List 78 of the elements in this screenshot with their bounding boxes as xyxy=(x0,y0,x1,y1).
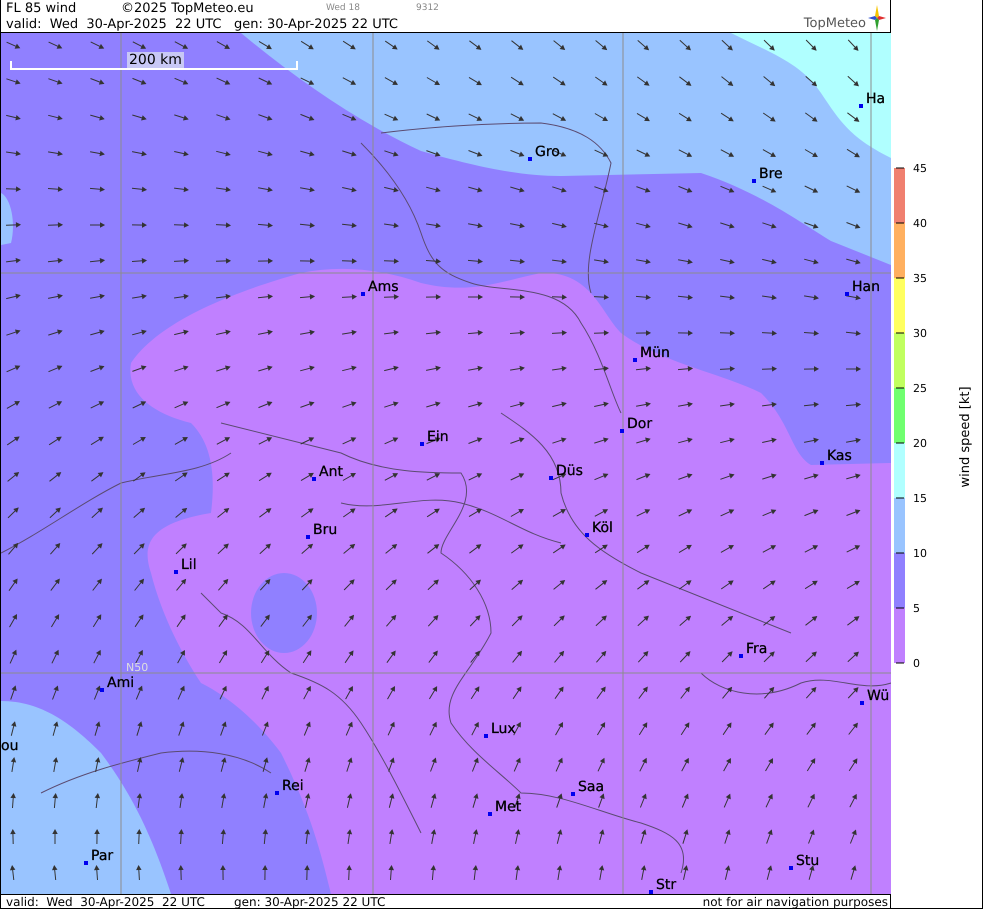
city-marker xyxy=(860,701,864,705)
city-marker xyxy=(84,861,88,865)
city-label: Kas xyxy=(827,448,852,464)
tick-label: 35 xyxy=(913,272,927,285)
generated-time: gen: 30-Apr-2025 22 UTC xyxy=(234,894,386,908)
city-marker xyxy=(100,688,104,692)
city-label: Ant xyxy=(319,464,343,480)
city-marker xyxy=(633,358,637,362)
city-label: Stu xyxy=(796,853,820,869)
city-marker xyxy=(361,292,365,296)
map-title: FL 85 wind xyxy=(6,0,78,16)
city-marker xyxy=(820,461,824,465)
legend-title: wind speed [kt] xyxy=(958,386,973,488)
copyright-text: ©2025 TopMeteo.eu xyxy=(121,0,255,16)
city-label: Par xyxy=(91,848,114,864)
city-marker xyxy=(585,533,589,537)
city-marker xyxy=(859,104,863,108)
city-label: ou xyxy=(1,738,18,754)
tick-label: 45 xyxy=(913,162,927,175)
city-marker xyxy=(312,477,316,481)
generated-time: gen: 30-Apr-2025 22 UTC xyxy=(234,16,398,32)
disclaimer-text: not for air navigation purposes xyxy=(702,894,889,908)
tick-mark xyxy=(896,332,904,334)
city-label: Met xyxy=(495,799,522,815)
valid-time: valid: Wed 30-Apr-2025 22 UTC xyxy=(6,894,206,908)
tick-label: 40 xyxy=(913,217,927,230)
city-label: Han xyxy=(852,279,880,295)
city-marker xyxy=(528,157,532,161)
city-label: Köl xyxy=(592,520,613,536)
code-label: 9312 xyxy=(416,3,439,13)
city-label: Dor xyxy=(627,416,652,432)
city-label: Fra xyxy=(746,641,768,657)
city-marker xyxy=(174,570,178,574)
city-marker xyxy=(571,792,575,796)
tick-label: 25 xyxy=(913,382,927,395)
city-label: Bre xyxy=(759,166,783,182)
compass-star-icon xyxy=(868,5,886,31)
city-marker xyxy=(306,535,310,539)
latitude-label: N50 xyxy=(126,661,148,674)
tick-label: 20 xyxy=(913,437,927,450)
city-label: Düs xyxy=(556,463,583,479)
city-marker xyxy=(484,734,488,738)
tick-mark xyxy=(896,222,904,224)
city-label: Mün xyxy=(640,345,670,361)
tick-mark xyxy=(896,552,904,554)
city-label: Wü xyxy=(867,688,890,704)
city-label: Saa xyxy=(578,779,604,795)
city-marker xyxy=(845,292,849,296)
city-marker xyxy=(789,866,793,870)
city-marker xyxy=(549,476,553,480)
logo-text: TopMeteo xyxy=(804,16,866,31)
city-marker xyxy=(649,890,653,894)
city-marker xyxy=(752,179,756,183)
city-label: Ams xyxy=(368,279,399,295)
city-marker xyxy=(488,812,492,816)
city-label: Ha xyxy=(866,91,886,107)
city-label: Lil xyxy=(181,557,197,573)
city-marker xyxy=(739,654,743,658)
city-marker xyxy=(275,791,279,795)
city-label: Bru xyxy=(313,522,338,538)
city-label: Ami xyxy=(107,675,134,691)
city-label: Gro xyxy=(535,144,560,160)
city-label: Str xyxy=(656,877,676,893)
city-label: Rei xyxy=(282,778,304,794)
city-marker xyxy=(420,442,424,446)
tick-mark xyxy=(896,442,904,444)
tick-label: 30 xyxy=(913,327,927,340)
city-label: Lux xyxy=(491,721,516,737)
city-marker xyxy=(620,429,624,433)
city-label: Ein xyxy=(427,429,449,445)
day-label: Wed 18 xyxy=(326,3,361,13)
tick-mark xyxy=(896,662,904,664)
tick-label: 10 xyxy=(913,547,927,560)
valid-time: valid: Wed 30-Apr-2025 22 UTC xyxy=(6,16,222,32)
tick-label: 5 xyxy=(913,602,920,615)
tick-label: 0 xyxy=(913,657,920,670)
tick-label: 15 xyxy=(913,492,927,505)
scale-label: 200 km xyxy=(127,52,184,68)
